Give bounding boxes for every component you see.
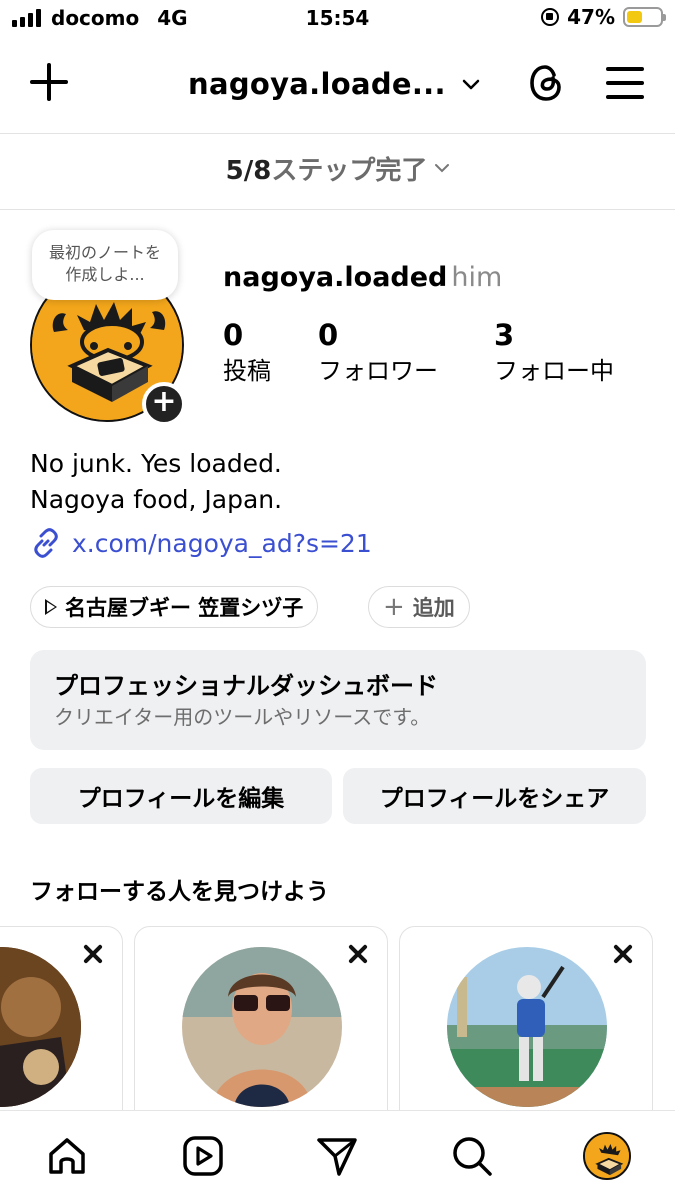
bio-line: No junk. Yes loaded. [30, 449, 282, 478]
add-chip-label: 追加 [412, 596, 455, 620]
plus-icon: + [383, 592, 405, 622]
stat-value: 0 [318, 318, 339, 352]
avatar-photo [182, 947, 342, 1107]
add-story-button[interactable]: + [142, 382, 186, 426]
search-icon [453, 1137, 492, 1176]
add-chip[interactable]: + 追加 [368, 586, 470, 628]
home-icon [49, 1138, 85, 1174]
divider [0, 209, 675, 210]
top-nav: nagoya.loade... [0, 45, 675, 123]
professional-dashboard[interactable]: プロフェッショナルダッシュボード クリエイター用のツールやリソースです。 [30, 650, 646, 750]
messages-icon [317, 1138, 357, 1176]
suggestion-card[interactable] [0, 926, 123, 1126]
battery-percent: 47% [567, 5, 615, 29]
status-bar: docomo 4G 15:54 47% [0, 0, 675, 40]
tab-profile[interactable] [582, 1131, 632, 1181]
username-text: nagoya.loaded [223, 262, 448, 293]
suggestions-heading: フォローする人を見つけよう [30, 879, 329, 905]
profile-username: nagoya.loaded him [223, 262, 502, 293]
stat-label: フォロー中 [494, 357, 614, 385]
play-icon [45, 599, 57, 615]
avatar-photo [0, 947, 81, 1107]
stat-following[interactable]: 3 フォロー中 [494, 316, 614, 388]
close-icon[interactable] [82, 943, 104, 965]
tab-reels[interactable] [178, 1131, 228, 1181]
profile-avatar [583, 1132, 631, 1180]
suggestion-card[interactable] [399, 926, 653, 1126]
close-icon[interactable] [347, 943, 369, 965]
note-bubble[interactable]: 最初のノートを作成しよ... [32, 230, 178, 300]
hamburger-menu-icon[interactable] [606, 67, 644, 99]
suggestion-avatar[interactable] [447, 947, 607, 1107]
suggestion-card[interactable] [134, 926, 388, 1126]
stat-posts[interactable]: 0 投稿 [223, 316, 271, 388]
pronoun-text: him [451, 262, 503, 293]
bio-line: Nagoya food, Japan. [30, 485, 283, 514]
music-chip-label: 名古屋ブギー 笠置シヅ子 [65, 596, 304, 620]
setup-steps[interactable]: 5/8ステップ完了 [0, 150, 675, 187]
close-icon[interactable] [612, 943, 634, 965]
battery-icon [623, 7, 666, 27]
steps-label: ステップ完了 [271, 156, 428, 186]
stat-value: 0 [223, 318, 244, 352]
edit-profile-button[interactable]: プロフィールを編集 [30, 768, 332, 824]
stat-followers[interactable]: 0 フォロワー [318, 316, 438, 388]
reels-icon [183, 1136, 223, 1176]
status-right: 47% [541, 5, 666, 29]
stat-label: フォロワー [318, 357, 438, 385]
stat-value: 3 [494, 318, 515, 352]
chevron-down-icon[interactable] [462, 75, 480, 93]
steps-count: 5/8 [225, 156, 272, 186]
threads-icon[interactable] [526, 61, 566, 105]
dashboard-subtitle: クリエイター用のツールやリソースです。 [54, 705, 431, 729]
dashboard-title: プロフェッショナルダッシュボード [54, 672, 438, 700]
suggestion-avatar[interactable] [0, 947, 81, 1107]
chevron-down-icon [435, 164, 450, 173]
tab-search[interactable] [447, 1131, 497, 1181]
tab-home[interactable] [42, 1131, 92, 1181]
profile-link[interactable]: x.com/nagoya_ad?s=21 [30, 527, 372, 559]
link-icon [34, 528, 58, 558]
plus-icon[interactable] [28, 61, 70, 103]
profile-bio: No junk. Yes loaded. Nagoya food, Japan. [30, 446, 282, 518]
divider [0, 133, 675, 134]
suggestion-avatar[interactable] [182, 947, 342, 1107]
link-text: x.com/nagoya_ad?s=21 [72, 528, 372, 558]
tab-bar [0, 1110, 675, 1200]
orientation-lock-icon [541, 8, 560, 26]
stat-label: 投稿 [223, 357, 271, 385]
music-chip[interactable]: 名古屋ブギー 笠置シヅ子 [30, 586, 319, 628]
logo-illustration [585, 1134, 629, 1178]
share-profile-button[interactable]: プロフィールをシェア [343, 768, 646, 824]
battery-level [627, 11, 643, 23]
tab-messages[interactable] [312, 1131, 362, 1181]
avatar-photo [447, 947, 607, 1107]
account-title[interactable]: nagoya.loade... [188, 67, 446, 101]
